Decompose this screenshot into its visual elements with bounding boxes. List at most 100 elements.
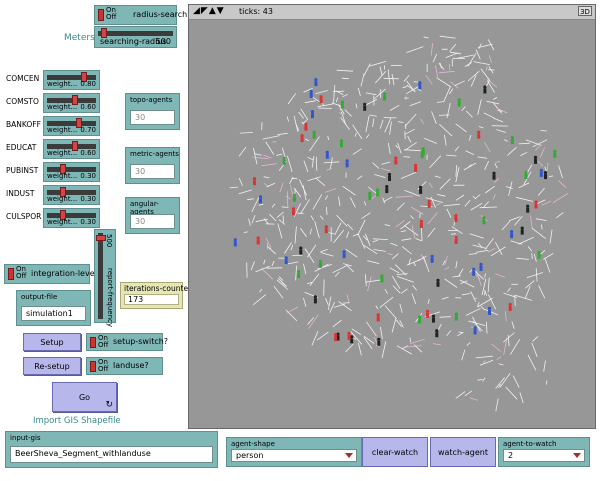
agent-person-icon[interactable] — [543, 171, 548, 180]
landuse-switch[interactable]: On Off landuse? — [86, 357, 163, 375]
agent-person-icon[interactable] — [534, 200, 538, 209]
agent-person-icon[interactable] — [233, 238, 237, 247]
agent-person-icon[interactable] — [340, 100, 344, 109]
agent-person-icon[interactable] — [258, 195, 263, 204]
setup-button[interactable]: Setup — [23, 333, 81, 351]
agent-person-icon[interactable] — [345, 159, 349, 168]
angular-agents-input[interactable]: angular-agents 30 — [125, 197, 180, 234]
agent-person-icon[interactable] — [508, 302, 512, 311]
agent-person-icon[interactable] — [347, 331, 351, 340]
go-button[interactable]: Go ↻ — [52, 382, 117, 412]
agent-person-icon[interactable] — [477, 130, 481, 139]
agent-person-icon[interactable] — [292, 193, 296, 202]
clear-watch-button[interactable]: clear-watch — [362, 437, 428, 467]
agent-person-icon[interactable] — [350, 335, 354, 344]
agent-person-icon[interactable] — [339, 139, 344, 148]
weight-slider[interactable]: weight... 0.30 — [43, 162, 100, 182]
agent-person-icon[interactable] — [376, 313, 380, 322]
agent-person-icon[interactable] — [324, 225, 328, 234]
agent-person-icon[interactable] — [300, 134, 304, 143]
switch-toggle[interactable] — [90, 337, 96, 348]
agent-person-icon[interactable] — [252, 177, 257, 186]
agent-person-icon[interactable] — [319, 95, 323, 104]
agent-person-icon[interactable] — [427, 199, 431, 208]
agent-to-watch-chooser[interactable]: agent-to-watch 2 — [498, 437, 590, 467]
agent-person-icon[interactable] — [430, 254, 434, 263]
agent-person-icon[interactable] — [304, 122, 308, 131]
input-gis-input[interactable]: input-gis BeerSheva_Segment_withlanduse — [5, 431, 218, 468]
agent-person-icon[interactable] — [313, 295, 317, 304]
agent-person-icon[interactable] — [425, 309, 430, 318]
re-setup-button[interactable]: Re-setup — [23, 357, 81, 375]
world-view[interactable]: ◢◤▲▼ ticks: 43 3D — [188, 4, 596, 429]
chooser-value[interactable]: person — [231, 449, 357, 462]
view-nav-icons[interactable]: ◢◤▲▼ — [193, 6, 225, 16]
agent-person-icon[interactable] — [472, 267, 476, 276]
agent-person-icon[interactable] — [526, 204, 530, 213]
weight-slider[interactable]: weight... 0.60 — [43, 139, 100, 159]
agent-shape-chooser[interactable]: agent-shape person — [226, 437, 362, 467]
metric-agents-input[interactable]: metric-agents 30 — [125, 147, 180, 184]
chooser-value[interactable]: 2 — [503, 449, 585, 462]
agent-person-icon[interactable] — [539, 168, 543, 177]
agent-person-icon[interactable] — [492, 171, 496, 180]
agent-person-icon[interactable] — [334, 333, 338, 342]
agent-person-icon[interactable] — [436, 278, 440, 287]
agent-person-icon[interactable] — [387, 172, 392, 181]
agent-person-icon[interactable] — [314, 78, 318, 87]
switch-toggle[interactable] — [8, 268, 14, 280]
agent-person-icon[interactable] — [325, 150, 329, 159]
report-frequency-slider[interactable]: 500 report-frequency — [94, 229, 116, 327]
view-3d-button[interactable]: 3D — [578, 6, 592, 16]
agent-person-icon[interactable] — [419, 185, 423, 194]
agent-person-icon[interactable] — [310, 110, 315, 119]
agent-person-icon[interactable] — [383, 92, 387, 101]
agent-person-icon[interactable] — [431, 314, 436, 323]
agent-person-icon[interactable] — [368, 191, 372, 200]
agent-person-icon[interactable] — [418, 315, 422, 324]
switch-toggle[interactable] — [90, 361, 96, 372]
agent-person-icon[interactable] — [533, 155, 538, 164]
input-field[interactable]: simulation1 — [21, 306, 86, 321]
agent-person-icon[interactable] — [291, 207, 296, 216]
agent-person-icon[interactable] — [363, 102, 367, 111]
topo-agents-input[interactable]: topo-agents 30 — [125, 93, 180, 130]
agent-person-icon[interactable] — [454, 214, 458, 223]
agent-person-icon[interactable] — [394, 156, 398, 165]
gis-map[interactable] — [189, 20, 595, 428]
switch-toggle[interactable] — [98, 9, 104, 21]
agent-person-icon[interactable] — [524, 170, 528, 179]
input-field[interactable]: 30 — [130, 214, 175, 229]
agent-person-icon[interactable] — [284, 256, 288, 265]
agent-person-icon[interactable] — [553, 149, 557, 158]
watch-agent-button[interactable]: watch-agent — [430, 437, 496, 467]
agent-person-icon[interactable] — [419, 219, 423, 228]
agent-person-icon[interactable] — [299, 246, 303, 255]
agent-person-icon[interactable] — [454, 235, 458, 244]
agent-person-icon[interactable] — [487, 306, 492, 315]
searching-radius-slider[interactable]: searching-radius 500 — [94, 26, 177, 48]
agent-person-icon[interactable] — [510, 136, 514, 145]
agent-person-icon[interactable] — [342, 250, 346, 259]
agent-person-icon[interactable] — [537, 250, 541, 259]
agent-person-icon[interactable] — [385, 185, 389, 194]
weight-slider[interactable]: weight... 0.80 — [43, 70, 100, 90]
agent-person-icon[interactable] — [418, 81, 422, 90]
agent-person-icon[interactable] — [318, 259, 322, 268]
agent-person-icon[interactable] — [282, 156, 286, 165]
agent-person-icon[interactable] — [421, 147, 425, 156]
weight-slider[interactable]: weight... 0.30 — [43, 208, 100, 228]
input-field[interactable]: 30 — [130, 164, 175, 179]
radius-search-switch[interactable]: On Off radius-search? — [94, 5, 191, 25]
agent-person-icon[interactable] — [414, 163, 418, 172]
agent-person-icon[interactable] — [309, 89, 313, 98]
setup-switch[interactable]: On Off setup-switch? — [86, 333, 168, 351]
weight-slider[interactable]: weight... 0.30 — [43, 185, 100, 205]
agent-person-icon[interactable] — [435, 329, 439, 338]
agent-person-icon[interactable] — [376, 188, 380, 197]
agent-person-icon[interactable] — [312, 130, 316, 139]
input-field[interactable]: BeerSheva_Segment_withlanduse — [10, 446, 213, 463]
agent-person-icon[interactable] — [520, 226, 524, 235]
integration-level-switch[interactable]: On Off integration-level? — [4, 264, 101, 284]
agent-person-icon[interactable] — [483, 85, 487, 94]
